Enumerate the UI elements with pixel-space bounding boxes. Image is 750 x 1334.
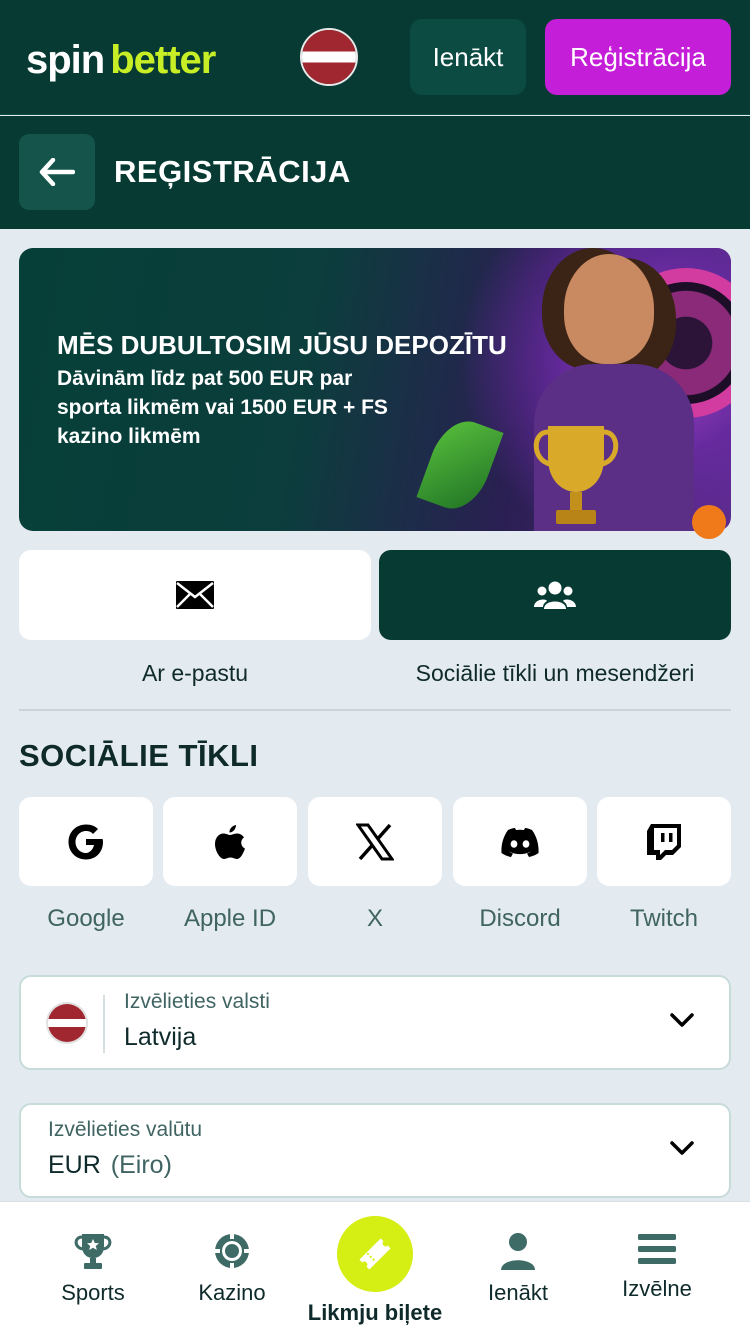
nav-sports-label: Sports [61, 1280, 125, 1305]
currency-value: EUR (Eiro) [48, 1151, 172, 1180]
x-button[interactable] [308, 797, 442, 886]
bottom-navigation: Sports Kazino Likmju biļete Ienākt Izvēl… [0, 1201, 750, 1334]
currency-label: Izvēlieties valūtu [48, 1118, 203, 1141]
logo-text-better: better [110, 38, 216, 82]
apple-label: Apple ID [183, 905, 277, 932]
register-button[interactable]: Reģistrācija [545, 19, 731, 95]
x-label: X [366, 905, 383, 932]
tab-email-label: Ar e-pastu [141, 660, 249, 686]
page-header: REĢISTRĀCIJA [0, 116, 750, 229]
trophy-icon [74, 1234, 112, 1269]
nav-login[interactable]: Ienākt [448, 1232, 588, 1306]
google-button[interactable] [19, 797, 153, 886]
envelope-icon [176, 581, 214, 609]
x-icon [356, 823, 394, 860]
discord-button[interactable] [453, 797, 587, 886]
logo-text-spin: spin [26, 38, 105, 82]
user-icon [501, 1233, 535, 1270]
currency-select[interactable]: Izvēlieties valūtu EUR (Eiro) [19, 1103, 731, 1198]
language-flag-latvia[interactable] [300, 28, 358, 86]
twitch-button[interactable] [597, 797, 731, 886]
users-icon [534, 581, 576, 609]
promo-banner[interactable]: MĒS DUBULTOSIM JŪSU DEPOZĪTU Dāvinām līd… [19, 248, 731, 531]
banner-title: MĒS DUBULTOSIM JŪSU DEPOZĪTU [57, 330, 507, 360]
nav-casino-label: Kazino [198, 1280, 266, 1305]
nav-sports[interactable]: Sports [23, 1232, 163, 1306]
apple-icon [215, 824, 245, 859]
casino-chip-icon [214, 1233, 250, 1269]
back-button[interactable] [19, 134, 95, 210]
twitch-icon [647, 823, 681, 860]
google-label: Google [47, 905, 125, 932]
menu-icon [638, 1234, 676, 1264]
twitch-label: Twitch [629, 905, 698, 932]
tab-social[interactable] [379, 550, 731, 640]
orange-decoration [692, 505, 726, 539]
latvia-flag-icon [46, 1002, 88, 1044]
login-button[interactable]: Ienākt [410, 19, 526, 95]
nav-menu[interactable]: Izvēlne [587, 1232, 727, 1302]
social-section-title: SOCIĀLIE TĪKLI [19, 738, 259, 773]
country-select[interactable]: Izvēlieties valsti Latvija [19, 975, 731, 1070]
nav-casino[interactable]: Kazino [162, 1232, 302, 1306]
discord-label: Discord [479, 905, 561, 932]
tab-email[interactable] [19, 550, 371, 640]
currency-code: EUR [48, 1151, 101, 1179]
top-header: spin better Ienākt Reģistrācija [0, 0, 750, 115]
country-value: Latvija [124, 1023, 197, 1051]
spinbetter-logo[interactable]: spin better [26, 38, 216, 83]
arrow-left-icon [39, 158, 75, 186]
country-label: Izvēlieties valsti [124, 990, 270, 1013]
nav-betslip[interactable]: Likmju biļete [300, 1216, 450, 1326]
field-separator [103, 995, 105, 1053]
currency-name: (Eiro) [110, 1151, 172, 1179]
google-icon [68, 824, 103, 859]
page-title: REĢISTRĀCIJA [114, 154, 351, 189]
chevron-down-icon [670, 1013, 694, 1027]
discord-icon [501, 827, 539, 857]
nav-menu-label: Izvēlne [622, 1276, 692, 1301]
trophy-image [533, 426, 619, 524]
latvia-flag-icon [302, 30, 356, 84]
banner-text: Dāvinām līdz pat 500 EUR par sporta likm… [57, 367, 388, 448]
nav-betslip-label: Likmju biļete [307, 1300, 443, 1325]
tab-social-label: Sociālie tīkli un mesendžeri [415, 660, 695, 686]
nav-login-label: Ienākt [488, 1280, 548, 1305]
divider [19, 709, 731, 711]
ticket-icon [359, 1238, 391, 1270]
betslip-button[interactable] [337, 1216, 413, 1292]
apple-button[interactable] [163, 797, 297, 886]
chevron-down-icon [670, 1141, 694, 1155]
